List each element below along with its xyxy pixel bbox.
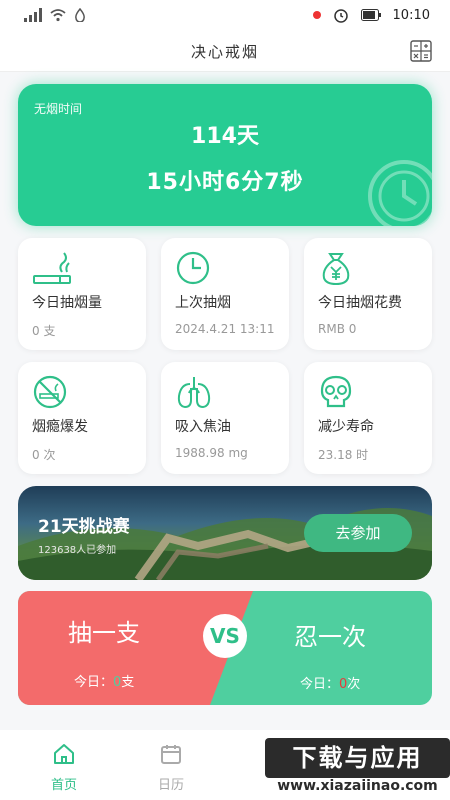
stat-value: 23.18 时	[318, 448, 369, 462]
wifi-icon	[50, 9, 66, 22]
app-header: 决心戒烟	[0, 32, 450, 72]
status-bar: 10:10	[0, 0, 450, 32]
lungs-icon	[177, 377, 211, 409]
stat-value: 2024.4.21 13:11	[175, 322, 275, 336]
stat-card-life-lost[interactable]: 减少寿命 23.18 时	[304, 362, 432, 474]
smoke-unit: 支	[121, 675, 135, 690]
money-bag-icon	[322, 253, 350, 286]
smoke-free-label: 无烟时间	[34, 102, 83, 116]
tab-home[interactable]: 首页	[34, 742, 94, 793]
stat-value: 0 支	[32, 324, 56, 338]
stat-card-cravings[interactable]: 烟瘾爆发 0 次	[18, 362, 146, 474]
challenge-banner[interactable]: 21天挑战赛 123638人已参加 去参加	[18, 486, 432, 580]
endure-today-count: 今日：0次	[300, 673, 360, 692]
stat-name: 减少寿命	[318, 419, 374, 435]
drop-icon	[75, 8, 85, 22]
stat-value: 1988.98 mg	[175, 446, 248, 460]
stat-name: 今日抽烟量	[32, 295, 102, 311]
stat-name: 烟瘾爆发	[32, 419, 88, 435]
stat-card-today-cost[interactable]: 今日抽烟花费 RMB 0	[304, 238, 432, 350]
stat-value: RMB 0	[318, 322, 357, 336]
battery-icon	[360, 9, 381, 21]
smoke-today-count: 今日：0支	[74, 671, 134, 690]
alarm-icon	[333, 9, 348, 23]
stat-card-today-count[interactable]: 今日抽烟量 0 支	[18, 238, 146, 350]
tab-calendar[interactable]: 日历	[141, 742, 201, 793]
stat-value: 0 次	[32, 448, 56, 462]
versus-panel: 抽一支 忍一次 VS 今日：0支 今日：0次	[18, 591, 432, 705]
smoke-free-time-card: 无烟时间 114天 15小时6分7秒	[18, 84, 432, 226]
challenge-participants: 123638人已参加	[38, 545, 117, 556]
calculator-icon[interactable]	[410, 40, 432, 62]
record-dot-icon	[312, 11, 321, 19]
watermark-title: 下载与应用	[265, 738, 450, 778]
home-icon	[54, 744, 74, 764]
smoke-one-label[interactable]: 抽一支	[68, 613, 140, 648]
signal-icon	[24, 8, 42, 22]
calendar-icon	[161, 745, 181, 764]
stat-name: 吸入焦油	[175, 419, 231, 435]
page-title: 决心戒烟	[190, 43, 259, 61]
endure-once-label[interactable]: 忍一次	[294, 617, 366, 652]
skull-icon	[320, 375, 352, 408]
watermark-url: www.xiazaiinao.com	[277, 778, 438, 794]
status-time: 10:10	[392, 7, 430, 23]
stat-card-tar[interactable]: 吸入焦油 1988.98 mg	[161, 362, 289, 474]
cigarette-icon	[33, 252, 71, 284]
stat-name: 上次抽烟	[175, 295, 231, 311]
no-smoking-icon	[33, 375, 67, 409]
join-challenge-button[interactable]: 去参加	[304, 514, 412, 552]
tab-label: 日历	[157, 778, 184, 793]
stat-card-last-smoke[interactable]: 上次抽烟 2024.4.21 13:11	[161, 238, 289, 350]
smoke-free-days: 114天	[191, 124, 259, 149]
challenge-title: 21天挑战赛	[38, 517, 130, 537]
clock-icon	[176, 251, 210, 285]
stat-name: 今日抽烟花费	[318, 295, 402, 311]
endure-unit: 次	[347, 677, 361, 692]
vs-badge: VS	[203, 614, 247, 658]
clock-icon	[368, 160, 432, 226]
today-prefix: 今日：	[300, 677, 340, 692]
watermark: 下载与应用 www.xiazaiinao.com	[265, 734, 450, 800]
tab-label: 首页	[50, 778, 77, 793]
today-prefix: 今日：	[74, 675, 114, 690]
